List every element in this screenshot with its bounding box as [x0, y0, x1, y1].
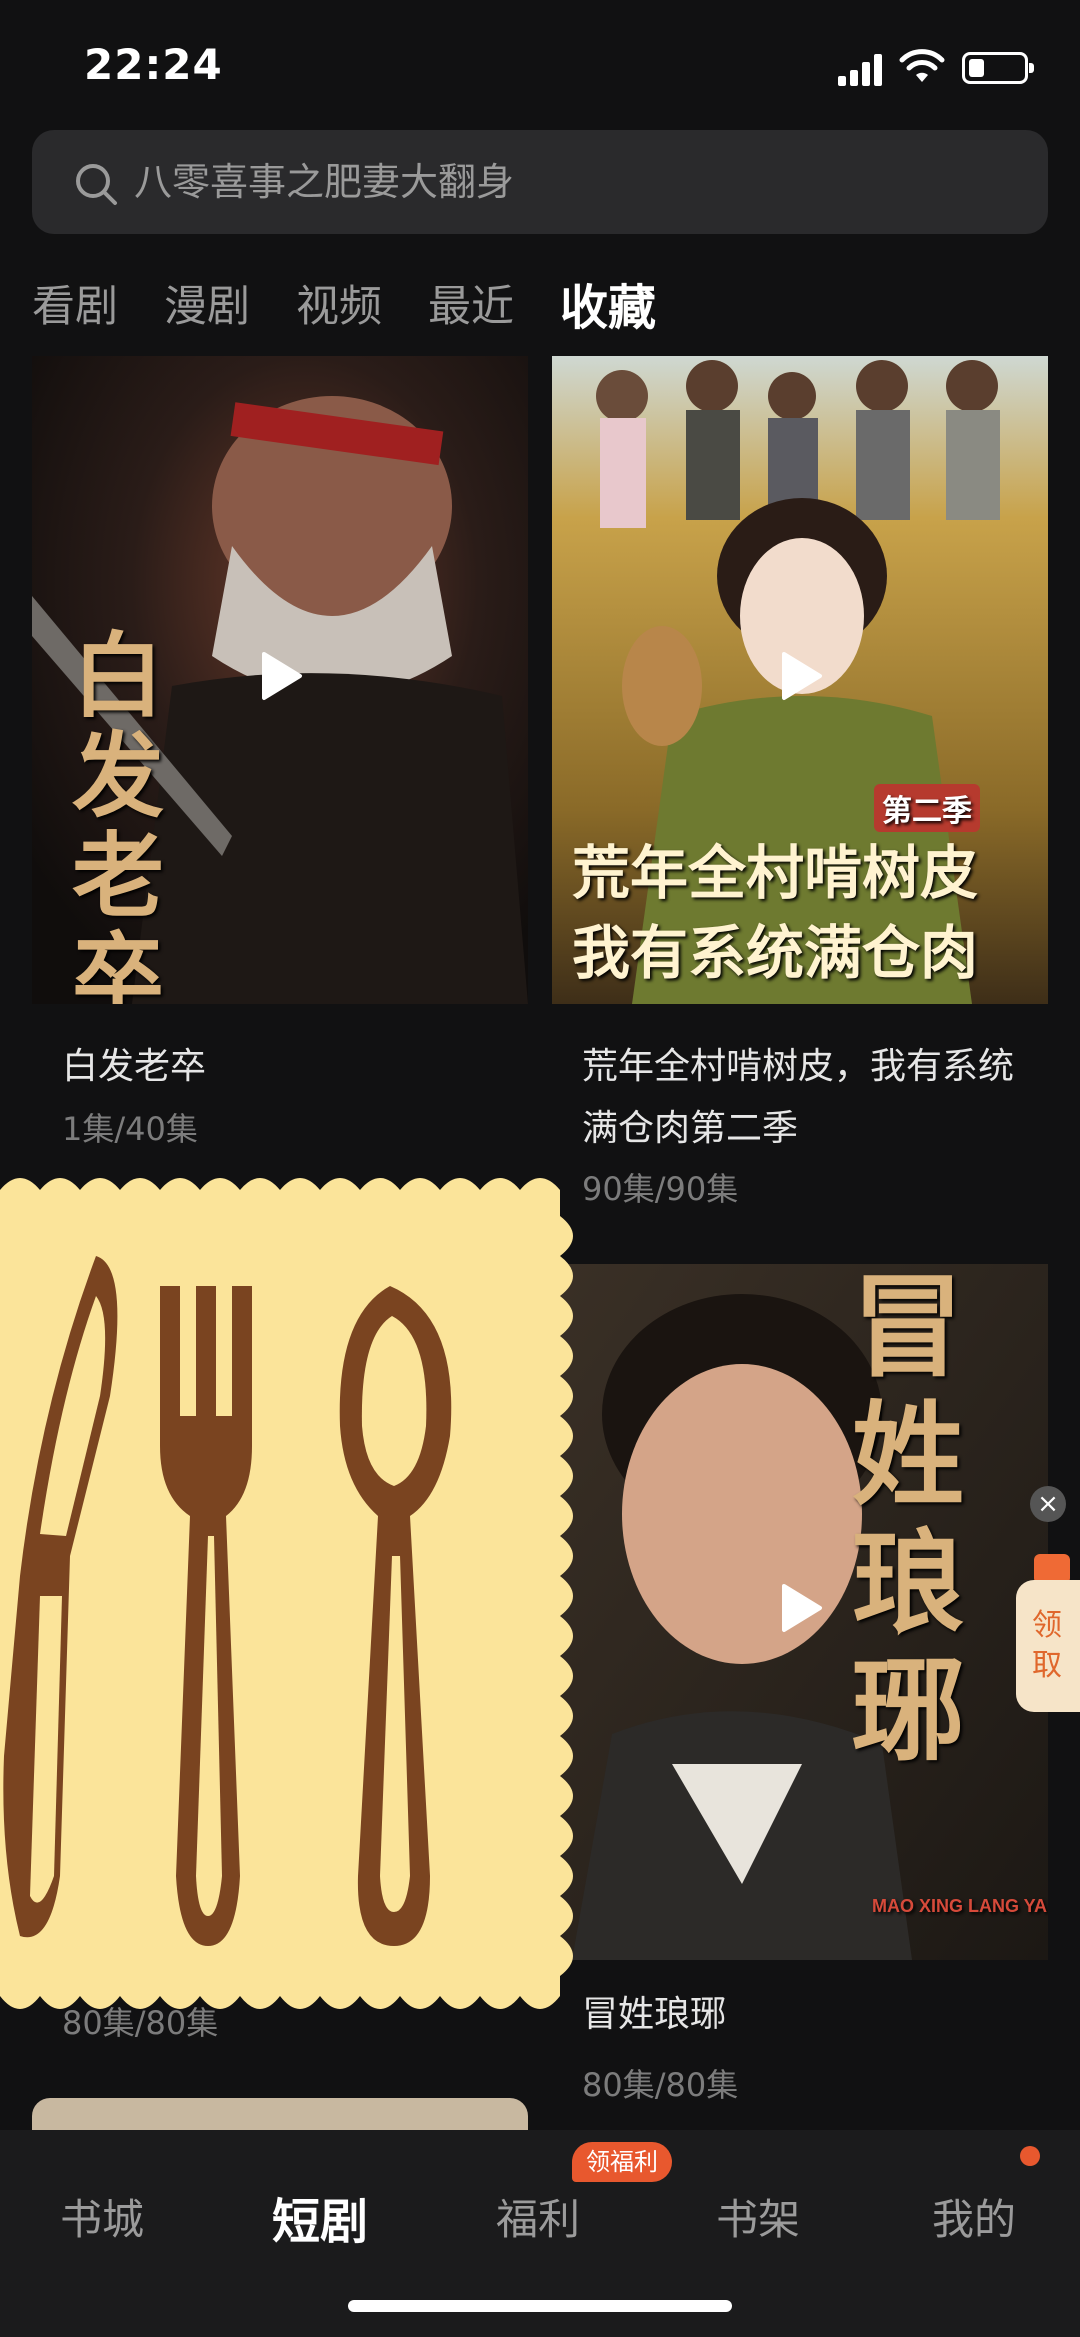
tab-comics[interactable]: 漫剧: [164, 272, 250, 334]
nav-profile[interactable]: 我的: [932, 2186, 1016, 2247]
home-indicator[interactable]: [348, 2300, 732, 2312]
play-icon[interactable]: [780, 650, 824, 702]
play-icon[interactable]: [780, 1582, 824, 1634]
drama-card[interactable]: 白发老卒 白发老卒 1集/40集: [32, 356, 528, 1156]
drama-card[interactable]: 冒姓琅琊 MAO XING LANG YA 冒姓琅琊 80集/80集: [552, 1264, 1048, 2124]
poster-title-text: 冒姓琅琊: [852, 1264, 964, 1777]
poster-image[interactable]: 第二季 荒年全村啃树皮 我有系统满仓肉: [552, 356, 1048, 1004]
nav-short-drama[interactable]: 短剧: [272, 2182, 368, 2252]
search-input[interactable]: 八零喜事之肥妻大翻身: [134, 130, 514, 234]
poster-title-text: 荒年全村啃树皮: [572, 839, 979, 907]
season-badge: 第二季: [874, 784, 980, 832]
welfare-badge[interactable]: 领福利: [572, 2142, 672, 2182]
category-tabs: 看剧 漫剧 视频 最近 收藏: [32, 268, 702, 338]
episode-count: 90集/90集: [582, 1170, 739, 1208]
cellular-signal-icon: [838, 52, 886, 86]
tab-watch[interactable]: 看剧: [32, 272, 118, 334]
drama-card[interactable]: 第二季 荒年全村啃树皮 我有系统满仓肉 荒年全村啃树皮，我有系统满仓肉第二季 9…: [552, 356, 1048, 1216]
claim-button[interactable]: 领取: [1016, 1580, 1080, 1712]
poster-subtitle-text: MAO XING LANG YA: [872, 1896, 1048, 1916]
wifi-icon: [899, 49, 945, 82]
search-icon: [76, 164, 117, 205]
card-title[interactable]: 荒年全村啃树皮，我有系统满仓肉第二季: [582, 1036, 1032, 1160]
notification-dot: [1020, 2146, 1040, 2166]
close-icon[interactable]: ×: [1030, 1486, 1066, 1522]
status-bar: 22:24: [0, 0, 1080, 130]
nav-welfare[interactable]: 福利: [496, 2186, 580, 2247]
battery-icon: [962, 52, 1034, 84]
poster-title-text: 我有系统满仓肉: [572, 919, 979, 987]
search-bar[interactable]: 八零喜事之肥妻大翻身: [32, 130, 1048, 234]
nav-bookstore[interactable]: 书城: [60, 2186, 144, 2247]
clock: 22:24: [84, 40, 223, 89]
card-title[interactable]: 白发老卒: [62, 1036, 512, 1098]
tab-video[interactable]: 视频: [296, 272, 382, 334]
cutlery-sticker: [0, 1178, 573, 2009]
episode-count: 80集/80集: [582, 2066, 739, 2104]
tab-favorites[interactable]: 收藏: [560, 268, 656, 338]
play-icon[interactable]: [260, 650, 304, 702]
tab-recent[interactable]: 最近: [428, 272, 514, 334]
episode-count: 1集/40集: [62, 1110, 198, 1148]
poster-title-text: 白发老卒: [72, 622, 165, 1004]
card-title[interactable]: 冒姓琅琊: [582, 1984, 1032, 2046]
claim-label: 领取: [1032, 1608, 1062, 1683]
nav-bookshelf[interactable]: 书架: [716, 2186, 800, 2247]
poster-image[interactable]: 冒姓琅琊 MAO XING LANG YA: [552, 1264, 1048, 1960]
poster-image[interactable]: 白发老卒: [32, 356, 528, 1004]
